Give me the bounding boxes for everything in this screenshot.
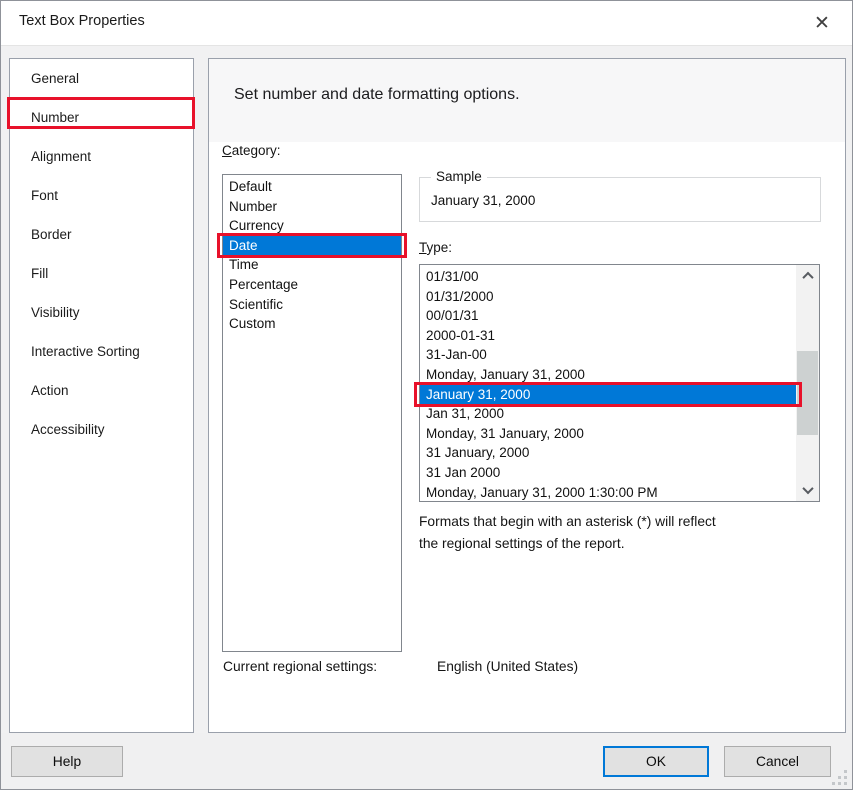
sidebar-item[interactable]: Alignment xyxy=(10,137,193,176)
type-label-rest: ype: xyxy=(427,240,453,255)
sidebar-item[interactable]: Accessibility xyxy=(10,410,193,449)
sample-value: January 31, 2000 xyxy=(431,193,535,208)
sidebar-item[interactable]: Number xyxy=(10,98,193,137)
type-listbox[interactable]: 01/31/00 01/31/2000 00/01/31 2000-01-31 … xyxy=(419,264,820,502)
type-option-label: Monday, January 31, 2000 1:30:00 PM xyxy=(426,485,658,500)
type-option-label: Jan 31, 2000 xyxy=(426,406,504,421)
sidebar-item-label: General xyxy=(31,71,79,86)
type-option-label: January 31, 2000 xyxy=(426,387,530,402)
category-option-label: Date xyxy=(229,238,258,253)
type-option[interactable]: 01/31/2000 xyxy=(420,287,796,307)
category-label-rest: ategory: xyxy=(232,143,281,158)
resize-grip[interactable] xyxy=(831,769,847,785)
category-option[interactable]: Currency xyxy=(223,216,401,236)
sidebar-item-label: Alignment xyxy=(31,149,91,164)
sidebar-item[interactable]: Interactive Sorting xyxy=(10,332,193,371)
type-option-label: 31-Jan-00 xyxy=(426,347,487,362)
type-option-label: Monday, January 31, 2000 xyxy=(426,367,585,382)
category-option[interactable]: Time xyxy=(223,255,401,275)
type-option[interactable]: January 31, 2000 xyxy=(420,385,796,405)
category-option[interactable]: Percentage xyxy=(223,275,401,295)
ok-button[interactable]: OK xyxy=(603,746,709,777)
sample-caption: Sample xyxy=(431,169,487,184)
sidebar-item-label: Action xyxy=(31,383,69,398)
page-heading: Set number and date formatting options. xyxy=(234,86,520,104)
type-option-label: 01/31/2000 xyxy=(426,289,494,304)
category-option-label: Default xyxy=(229,179,272,194)
category-option[interactable]: Number xyxy=(223,197,401,217)
type-option[interactable]: Monday, January 31, 2000 1:30:00 PM xyxy=(420,483,796,503)
sidebar-item[interactable]: Visibility xyxy=(10,293,193,332)
sidebar-item-label: Number xyxy=(31,110,79,125)
category-option-label: Percentage xyxy=(229,277,298,292)
dialog-title: Text Box Properties xyxy=(19,13,145,29)
note-line1: Formats that begin with an asterisk (*) … xyxy=(419,511,829,533)
category-option-label: Number xyxy=(229,199,277,214)
type-option-label: 31 Jan 2000 xyxy=(426,465,500,480)
number-settings-panel: Set number and date formatting options. … xyxy=(208,58,846,733)
scroll-up-button[interactable] xyxy=(796,265,819,287)
regional-settings-label: Current regional settings: xyxy=(223,659,377,674)
type-option-label: 01/31/00 xyxy=(426,269,479,284)
help-button[interactable]: Help xyxy=(11,746,123,777)
cancel-button[interactable]: Cancel xyxy=(724,746,831,777)
scrollbar-thumb[interactable] xyxy=(797,351,818,435)
chevron-up-icon xyxy=(802,272,813,283)
type-option-label: Monday, 31 January, 2000 xyxy=(426,426,584,441)
category-option-label: Time xyxy=(229,257,259,272)
sample-groupbox: Sample January 31, 2000 xyxy=(419,177,821,222)
asterisk-note: Formats that begin with an asterisk (*) … xyxy=(419,511,829,554)
sidebar-item[interactable]: Action xyxy=(10,371,193,410)
note-line2: the regional settings of the report. xyxy=(419,533,829,555)
type-rows: 01/31/00 01/31/2000 00/01/31 2000-01-31 … xyxy=(420,267,796,501)
type-option[interactable]: Monday, January 31, 2000 xyxy=(420,365,796,385)
sidebar-item[interactable]: Fill xyxy=(10,254,193,293)
sidebar-item-label: Fill xyxy=(31,266,48,281)
type-option-label: 31 January, 2000 xyxy=(426,445,529,460)
sidebar-item-label: Interactive Sorting xyxy=(31,344,140,359)
title-bar: Text Box Properties ✕ xyxy=(1,1,852,46)
sidebar-item-label: Border xyxy=(31,227,72,242)
properties-nav-sidebar: General Number Alignment Font Border Fil… xyxy=(9,58,194,733)
type-label: Type: xyxy=(419,240,452,255)
scroll-down-button[interactable] xyxy=(796,479,819,501)
type-option[interactable]: Jan 31, 2000 xyxy=(420,404,796,424)
type-option[interactable]: 31-Jan-00 xyxy=(420,345,796,365)
regional-settings-value: English (United States) xyxy=(437,659,578,674)
type-mnemonic: T xyxy=(419,240,427,255)
sidebar-item-label: Font xyxy=(31,188,58,203)
textbox-properties-dialog: Text Box Properties ✕ General Number Ali… xyxy=(0,0,853,790)
category-option[interactable]: Default xyxy=(223,177,401,197)
type-option[interactable]: 2000-01-31 xyxy=(420,326,796,346)
type-option[interactable]: 00/01/31 xyxy=(420,306,796,326)
chevron-down-icon xyxy=(802,483,813,494)
type-option-label: 2000-01-31 xyxy=(426,328,495,343)
vertical-scrollbar[interactable] xyxy=(796,265,819,501)
category-option[interactable]: Custom xyxy=(223,314,401,334)
type-option[interactable]: 01/31/00 xyxy=(420,267,796,287)
category-label: Category: xyxy=(222,143,281,158)
type-option-label: 00/01/31 xyxy=(426,308,479,323)
sidebar-item[interactable]: Font xyxy=(10,176,193,215)
category-option[interactable]: Scientific xyxy=(223,295,401,315)
category-option-label: Currency xyxy=(229,218,284,233)
footer-bar: Help OK Cancel xyxy=(1,733,852,790)
category-option[interactable]: Date xyxy=(223,236,401,256)
sidebar-item[interactable]: General xyxy=(10,59,193,98)
category-option-label: Scientific xyxy=(229,297,283,312)
category-option-label: Custom xyxy=(229,316,276,331)
category-mnemonic: C xyxy=(222,143,232,158)
sidebar-item-label: Visibility xyxy=(31,305,80,320)
sidebar-item[interactable]: Border xyxy=(10,215,193,254)
type-option[interactable]: Monday, 31 January, 2000 xyxy=(420,424,796,444)
type-option[interactable]: 31 January, 2000 xyxy=(420,443,796,463)
category-listbox[interactable]: Default Number Currency Date Time Percen… xyxy=(222,174,402,652)
sidebar-item-label: Accessibility xyxy=(31,422,105,437)
type-option[interactable]: 31 Jan 2000 xyxy=(420,463,796,483)
close-icon[interactable]: ✕ xyxy=(808,10,836,38)
